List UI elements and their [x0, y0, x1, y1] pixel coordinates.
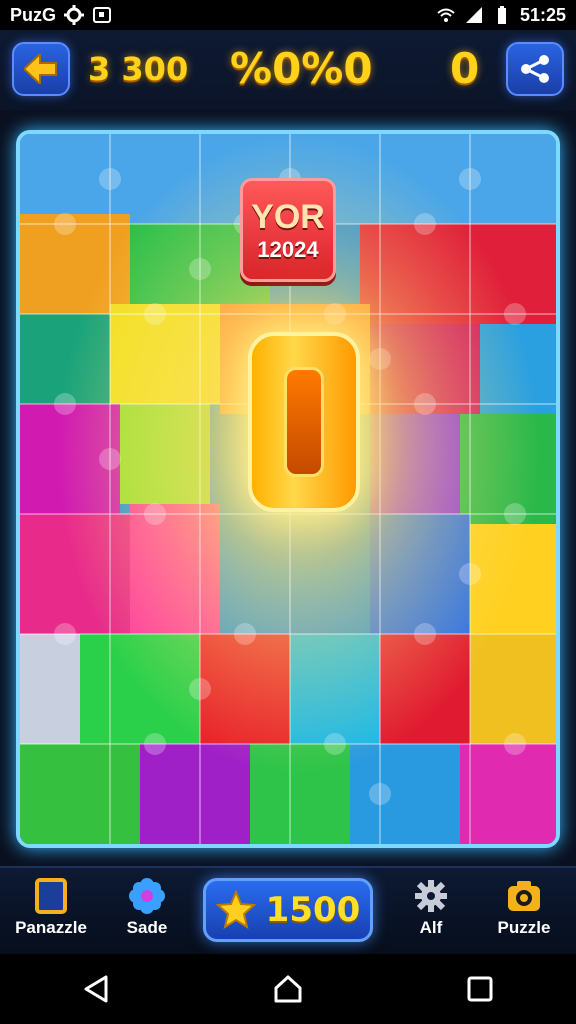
- flower-icon: [129, 878, 165, 914]
- puzzle-label: Puzzle: [497, 918, 551, 937]
- nav-home-button[interactable]: [258, 959, 318, 1019]
- status-app-label: PuzG: [10, 4, 57, 25]
- share-icon: [521, 55, 549, 83]
- back-button[interactable]: [12, 42, 70, 96]
- media-icon: [93, 7, 112, 23]
- triangle-back-icon: [84, 975, 108, 1003]
- puzzle-button[interactable]: Puzzle: [479, 878, 569, 948]
- gear-icon: [413, 878, 449, 914]
- pause-label: Panazzle: [15, 918, 87, 937]
- shade-button[interactable]: Sade: [102, 878, 192, 948]
- bottom-toolbar: Panazzle Sade 1500 Alf Puzzle: [0, 866, 576, 954]
- system-nav-bar: [0, 954, 576, 1024]
- moves-value: 0: [450, 44, 480, 93]
- center-glyph-text: 0: [284, 367, 324, 477]
- battery-icon: [497, 6, 506, 24]
- square-icon: [467, 976, 493, 1002]
- nav-back-button[interactable]: [66, 959, 126, 1019]
- gear-icon: [64, 5, 85, 25]
- status-bar: PuzG 51:25: [0, 0, 576, 30]
- signal-icon: [465, 7, 482, 23]
- coins-value: 1500: [265, 890, 361, 930]
- all-label: Alf: [419, 918, 443, 937]
- shade-label: Sade: [126, 918, 168, 937]
- badge-title: YOR: [251, 197, 325, 236]
- arrow-left-icon: [24, 54, 57, 84]
- coins-button[interactable]: 1500: [203, 878, 373, 942]
- game-header: 3 300 %0%0 0: [0, 30, 576, 110]
- status-time: 51:25: [519, 4, 566, 25]
- camera-icon: [506, 878, 542, 914]
- badge-year: 12024: [257, 236, 319, 262]
- home-icon: [274, 975, 302, 1003]
- year-badge: YOR 12024: [240, 178, 336, 282]
- game-title: %0%0: [230, 44, 373, 93]
- score-value: 3 300: [88, 50, 189, 88]
- pause-button[interactable]: Panazzle: [6, 878, 96, 948]
- share-button[interactable]: [506, 42, 564, 96]
- wifi-icon: [437, 8, 455, 22]
- nav-recents-button[interactable]: [450, 959, 510, 1019]
- all-button[interactable]: Alf: [386, 878, 476, 948]
- star-icon: [215, 890, 256, 930]
- frame-icon: [33, 878, 69, 914]
- center-zero-glyph: 0: [248, 332, 360, 512]
